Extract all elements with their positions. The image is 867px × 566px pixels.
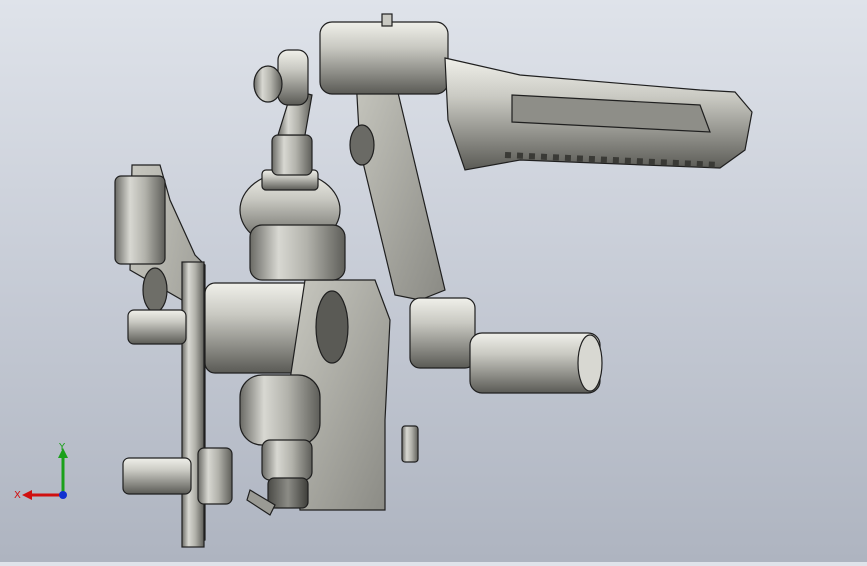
bolt-right	[401, 425, 419, 463]
y-axis-label: Y	[58, 442, 66, 453]
axis-triad: Y X	[10, 440, 80, 510]
reservoir-body	[239, 169, 346, 281]
lower-shaft	[409, 297, 603, 394]
z-axis-dot	[59, 491, 67, 499]
brake-arm	[349, 59, 446, 301]
master-cylinder	[239, 374, 321, 516]
mounting-pin-upper	[127, 309, 187, 345]
upper-pivot	[319, 13, 449, 95]
mounting-pin-lower	[122, 447, 233, 505]
push-rod	[253, 49, 313, 176]
x-axis-label: X	[14, 490, 21, 501]
footpeg	[444, 57, 753, 171]
3d-viewport[interactable]	[0, 0, 867, 562]
